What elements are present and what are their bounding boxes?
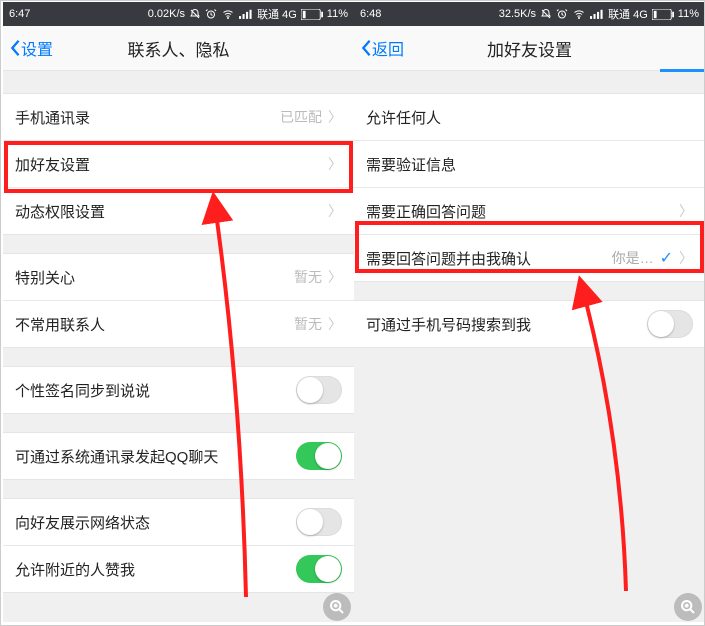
row-detail: 已匹配 <box>280 107 322 127</box>
row-label: 需要正确回答问题 <box>366 201 486 222</box>
mute-icon <box>540 8 552 20</box>
row-label: 动态权限设置 <box>15 201 105 222</box>
row-label: 允许附近的人赞我 <box>15 559 135 580</box>
zoom-icon <box>674 593 702 621</box>
back-button[interactable]: 设置 <box>3 36 53 60</box>
status-carrier: 联通 4G <box>257 6 297 22</box>
row-label: 需要验证信息 <box>366 154 456 175</box>
signal-icon <box>239 8 253 20</box>
row-label: 允许任何人 <box>366 107 441 128</box>
row-label: 可通过手机号码搜索到我 <box>366 314 531 335</box>
status-speed: 32.5K/s <box>499 8 536 20</box>
row-answer-and-confirm[interactable]: 需要回答问题并由我确认 你是… ✓ 〉 <box>354 234 705 281</box>
status-time: 6:48 <box>360 8 381 20</box>
row-qq-via-contacts[interactable]: 可通过系统通讯录发起QQ聊天 <box>3 433 354 479</box>
row-label: 可通过系统通讯录发起QQ聊天 <box>15 446 218 467</box>
chevron-right-icon: 〉 <box>328 267 342 287</box>
back-button[interactable]: 返回 <box>354 36 404 60</box>
phone-right: 6:48 32.5K/s 联通 4G <box>354 2 705 622</box>
row-label: 个性签名同步到说说 <box>15 380 150 401</box>
chevron-right-icon: 〉 <box>328 201 342 221</box>
toggle-qq-contacts[interactable] <box>296 442 342 470</box>
row-label: 加好友设置 <box>15 154 90 175</box>
phone-left: 6:47 0.02K/s 联通 4G <box>3 2 354 622</box>
signal-icon <box>590 8 604 20</box>
check-icon: ✓ <box>660 248 673 268</box>
row-label: 需要回答问题并由我确认 <box>366 248 531 269</box>
back-label: 返回 <box>372 36 404 60</box>
status-bar: 6:47 0.02K/s 联通 4G <box>3 2 354 26</box>
toggle-search-by-phone[interactable] <box>647 310 693 338</box>
row-label: 手机通讯录 <box>15 107 90 128</box>
row-sync-signature[interactable]: 个性签名同步到说说 <box>3 367 354 413</box>
toggle-sync-signature[interactable] <box>296 376 342 404</box>
row-moments-permission[interactable]: 动态权限设置 〉 <box>3 187 354 234</box>
alarm-icon <box>556 8 568 20</box>
row-require-verification[interactable]: 需要验证信息 <box>354 140 705 187</box>
back-label: 设置 <box>21 36 53 60</box>
chevron-left-icon <box>9 39 21 57</box>
alarm-icon <box>205 8 217 20</box>
status-battery: 11% <box>327 8 348 20</box>
status-carrier: 联通 4G <box>608 6 648 22</box>
battery-icon <box>301 9 323 20</box>
row-allow-nearby-like[interactable]: 允许附近的人赞我 <box>3 545 354 592</box>
row-search-by-phone[interactable]: 可通过手机号码搜索到我 <box>354 301 705 347</box>
chevron-right-icon: 〉 <box>679 201 693 221</box>
page-title: 联系人、隐私 <box>3 36 354 61</box>
chevron-right-icon: 〉 <box>328 314 342 334</box>
row-add-friend-settings[interactable]: 加好友设置 〉 <box>3 140 354 187</box>
nav-bar: 返回 加好友设置 <box>354 26 705 71</box>
row-detail: 你是… <box>612 248 654 268</box>
toggle-network-status[interactable] <box>296 508 342 536</box>
chevron-right-icon: 〉 <box>328 107 342 127</box>
status-speed: 0.02K/s <box>148 8 185 20</box>
mute-icon <box>189 8 201 20</box>
row-detail: 暂无 <box>294 314 322 334</box>
battery-icon <box>652 9 674 20</box>
chevron-right-icon: 〉 <box>679 248 693 268</box>
row-detail: 暂无 <box>294 267 322 287</box>
status-battery: 11% <box>678 8 699 20</box>
wifi-icon <box>572 8 586 20</box>
row-label: 不常用联系人 <box>15 314 105 335</box>
row-label: 特别关心 <box>15 267 75 288</box>
toggle-nearby-like[interactable] <box>296 555 342 583</box>
row-rare-contacts[interactable]: 不常用联系人 暂无 〉 <box>3 300 354 347</box>
page-title: 加好友设置 <box>354 36 705 61</box>
nav-bar: 设置 联系人、隐私 <box>3 26 354 71</box>
row-label: 向好友展示网络状态 <box>15 512 150 533</box>
wifi-icon <box>221 8 235 20</box>
chevron-right-icon: 〉 <box>328 154 342 174</box>
row-phone-contacts[interactable]: 手机通讯录 已匹配 〉 <box>3 94 354 140</box>
tab-indicator <box>660 69 705 72</box>
row-allow-anyone[interactable]: 允许任何人 <box>354 94 705 140</box>
zoom-icon <box>323 593 351 621</box>
row-show-network-status[interactable]: 向好友展示网络状态 <box>3 499 354 545</box>
chevron-left-icon <box>360 39 372 57</box>
row-special-care[interactable]: 特别关心 暂无 〉 <box>3 254 354 300</box>
row-require-correct-answer[interactable]: 需要正确回答问题 〉 <box>354 187 705 234</box>
status-time: 6:47 <box>9 8 30 20</box>
status-bar: 6:48 32.5K/s 联通 4G <box>354 2 705 26</box>
